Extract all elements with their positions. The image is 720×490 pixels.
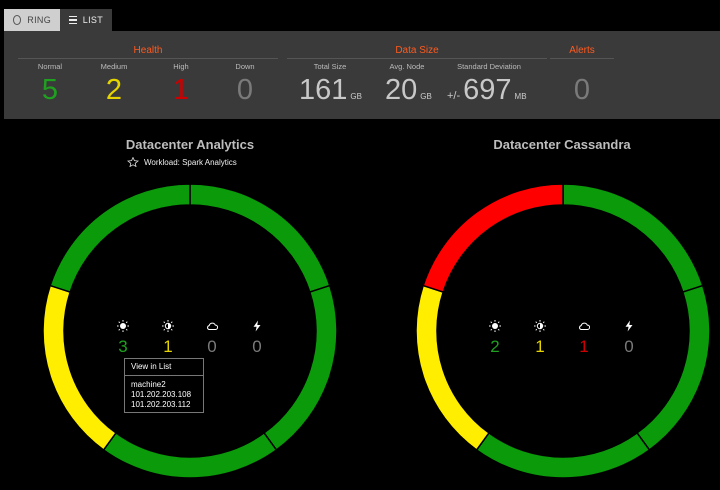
popup-item[interactable]: 101.202.203.108 xyxy=(125,390,203,400)
ring-segment-green[interactable] xyxy=(475,431,651,479)
cassandra-normal-count: 2 xyxy=(490,337,500,356)
bolt-icon xyxy=(253,320,261,332)
ring-segment-yellow[interactable] xyxy=(415,284,490,451)
ring-segment-green[interactable] xyxy=(189,183,331,294)
popup-item[interactable]: machine2 xyxy=(125,380,203,390)
sun-partial-icon xyxy=(534,320,546,332)
sun-full-icon xyxy=(489,320,501,332)
popup-item[interactable]: 101.202.203.112 xyxy=(125,400,203,410)
ring-segment-yellow[interactable] xyxy=(42,284,117,451)
analytics-medium-count: 1 xyxy=(163,337,173,356)
datacenter-rings xyxy=(42,183,711,479)
cassandra-down-count: 0 xyxy=(624,337,634,356)
ring-cassandra[interactable] xyxy=(415,183,711,479)
cloud-icon xyxy=(579,322,590,330)
cloud-icon xyxy=(207,322,218,330)
sun-full-icon xyxy=(117,320,129,332)
node-popup: View in List machine2 101.202.203.108 10… xyxy=(124,358,204,413)
ring-segment-green[interactable] xyxy=(49,183,191,294)
ring-segment-green[interactable] xyxy=(636,284,711,451)
ring-segment-green[interactable] xyxy=(102,431,278,479)
analytics-high-count: 0 xyxy=(207,337,217,356)
sun-partial-icon xyxy=(162,320,174,332)
ring-analytics[interactable] xyxy=(42,183,338,479)
cassandra-high-count: 1 xyxy=(579,337,589,356)
analytics-normal-count: 3 xyxy=(118,337,128,356)
analytics-down-count: 0 xyxy=(252,337,262,356)
view-in-list-link[interactable]: View in List xyxy=(125,359,203,376)
ring-segment-green[interactable] xyxy=(263,284,338,451)
ring-segment-green[interactable] xyxy=(562,183,704,294)
bolt-icon xyxy=(625,320,633,332)
cassandra-medium-count: 1 xyxy=(535,337,545,356)
ring-segment-red[interactable] xyxy=(422,183,564,294)
